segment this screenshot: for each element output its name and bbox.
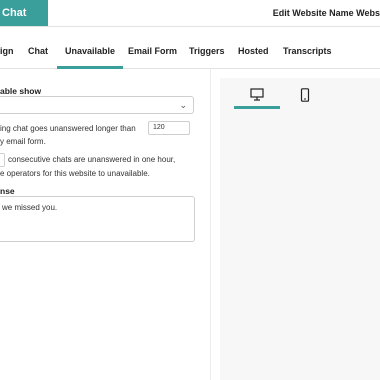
tab-bar: ign Chat Unavailable Email Form Triggers… <box>0 34 380 69</box>
mobile-preview-tab[interactable] <box>282 82 328 108</box>
consecutive-chats-input[interactable] <box>0 153 5 167</box>
show-label: able show <box>0 86 42 96</box>
show-select[interactable]: ⌄ <box>0 96 194 114</box>
panel-divider <box>210 69 211 380</box>
response-textarea[interactable]: we missed you. <box>0 196 195 242</box>
response-label: nse <box>0 186 15 196</box>
desktop-icon <box>250 88 264 101</box>
tab-design[interactable]: ign <box>0 34 14 68</box>
preview-panel <box>220 78 380 380</box>
tab-chat[interactable]: Chat <box>28 34 48 68</box>
consecutive-text: consecutive chats are unanswered in one … <box>8 155 176 164</box>
chevron-down-icon: ⌄ <box>179 100 187 110</box>
tab-triggers[interactable]: Triggers <box>189 34 225 68</box>
operators-text: e operators for this website to unavaila… <box>0 169 150 178</box>
page-title: Edit Website Name Webs <box>272 8 380 18</box>
tab-unavailable[interactable]: Unavailable <box>56 34 124 69</box>
email-form-text: y email form. <box>0 137 46 146</box>
brand-logo[interactable]: Chat <box>0 0 48 26</box>
tab-email-form[interactable]: Email Form <box>128 34 177 68</box>
seconds-input[interactable]: 120 <box>148 121 190 135</box>
tab-transcripts[interactable]: Transcripts <box>283 34 332 68</box>
tab-hosted[interactable]: Hosted <box>238 34 269 68</box>
mobile-icon <box>300 88 310 102</box>
top-bar: Chat Edit Website Name Webs <box>0 0 380 27</box>
desktop-preview-tab[interactable] <box>234 82 280 109</box>
unanswered-text: ing chat goes unanswered longer than <box>0 124 136 133</box>
response-text: we missed you. <box>2 203 58 212</box>
